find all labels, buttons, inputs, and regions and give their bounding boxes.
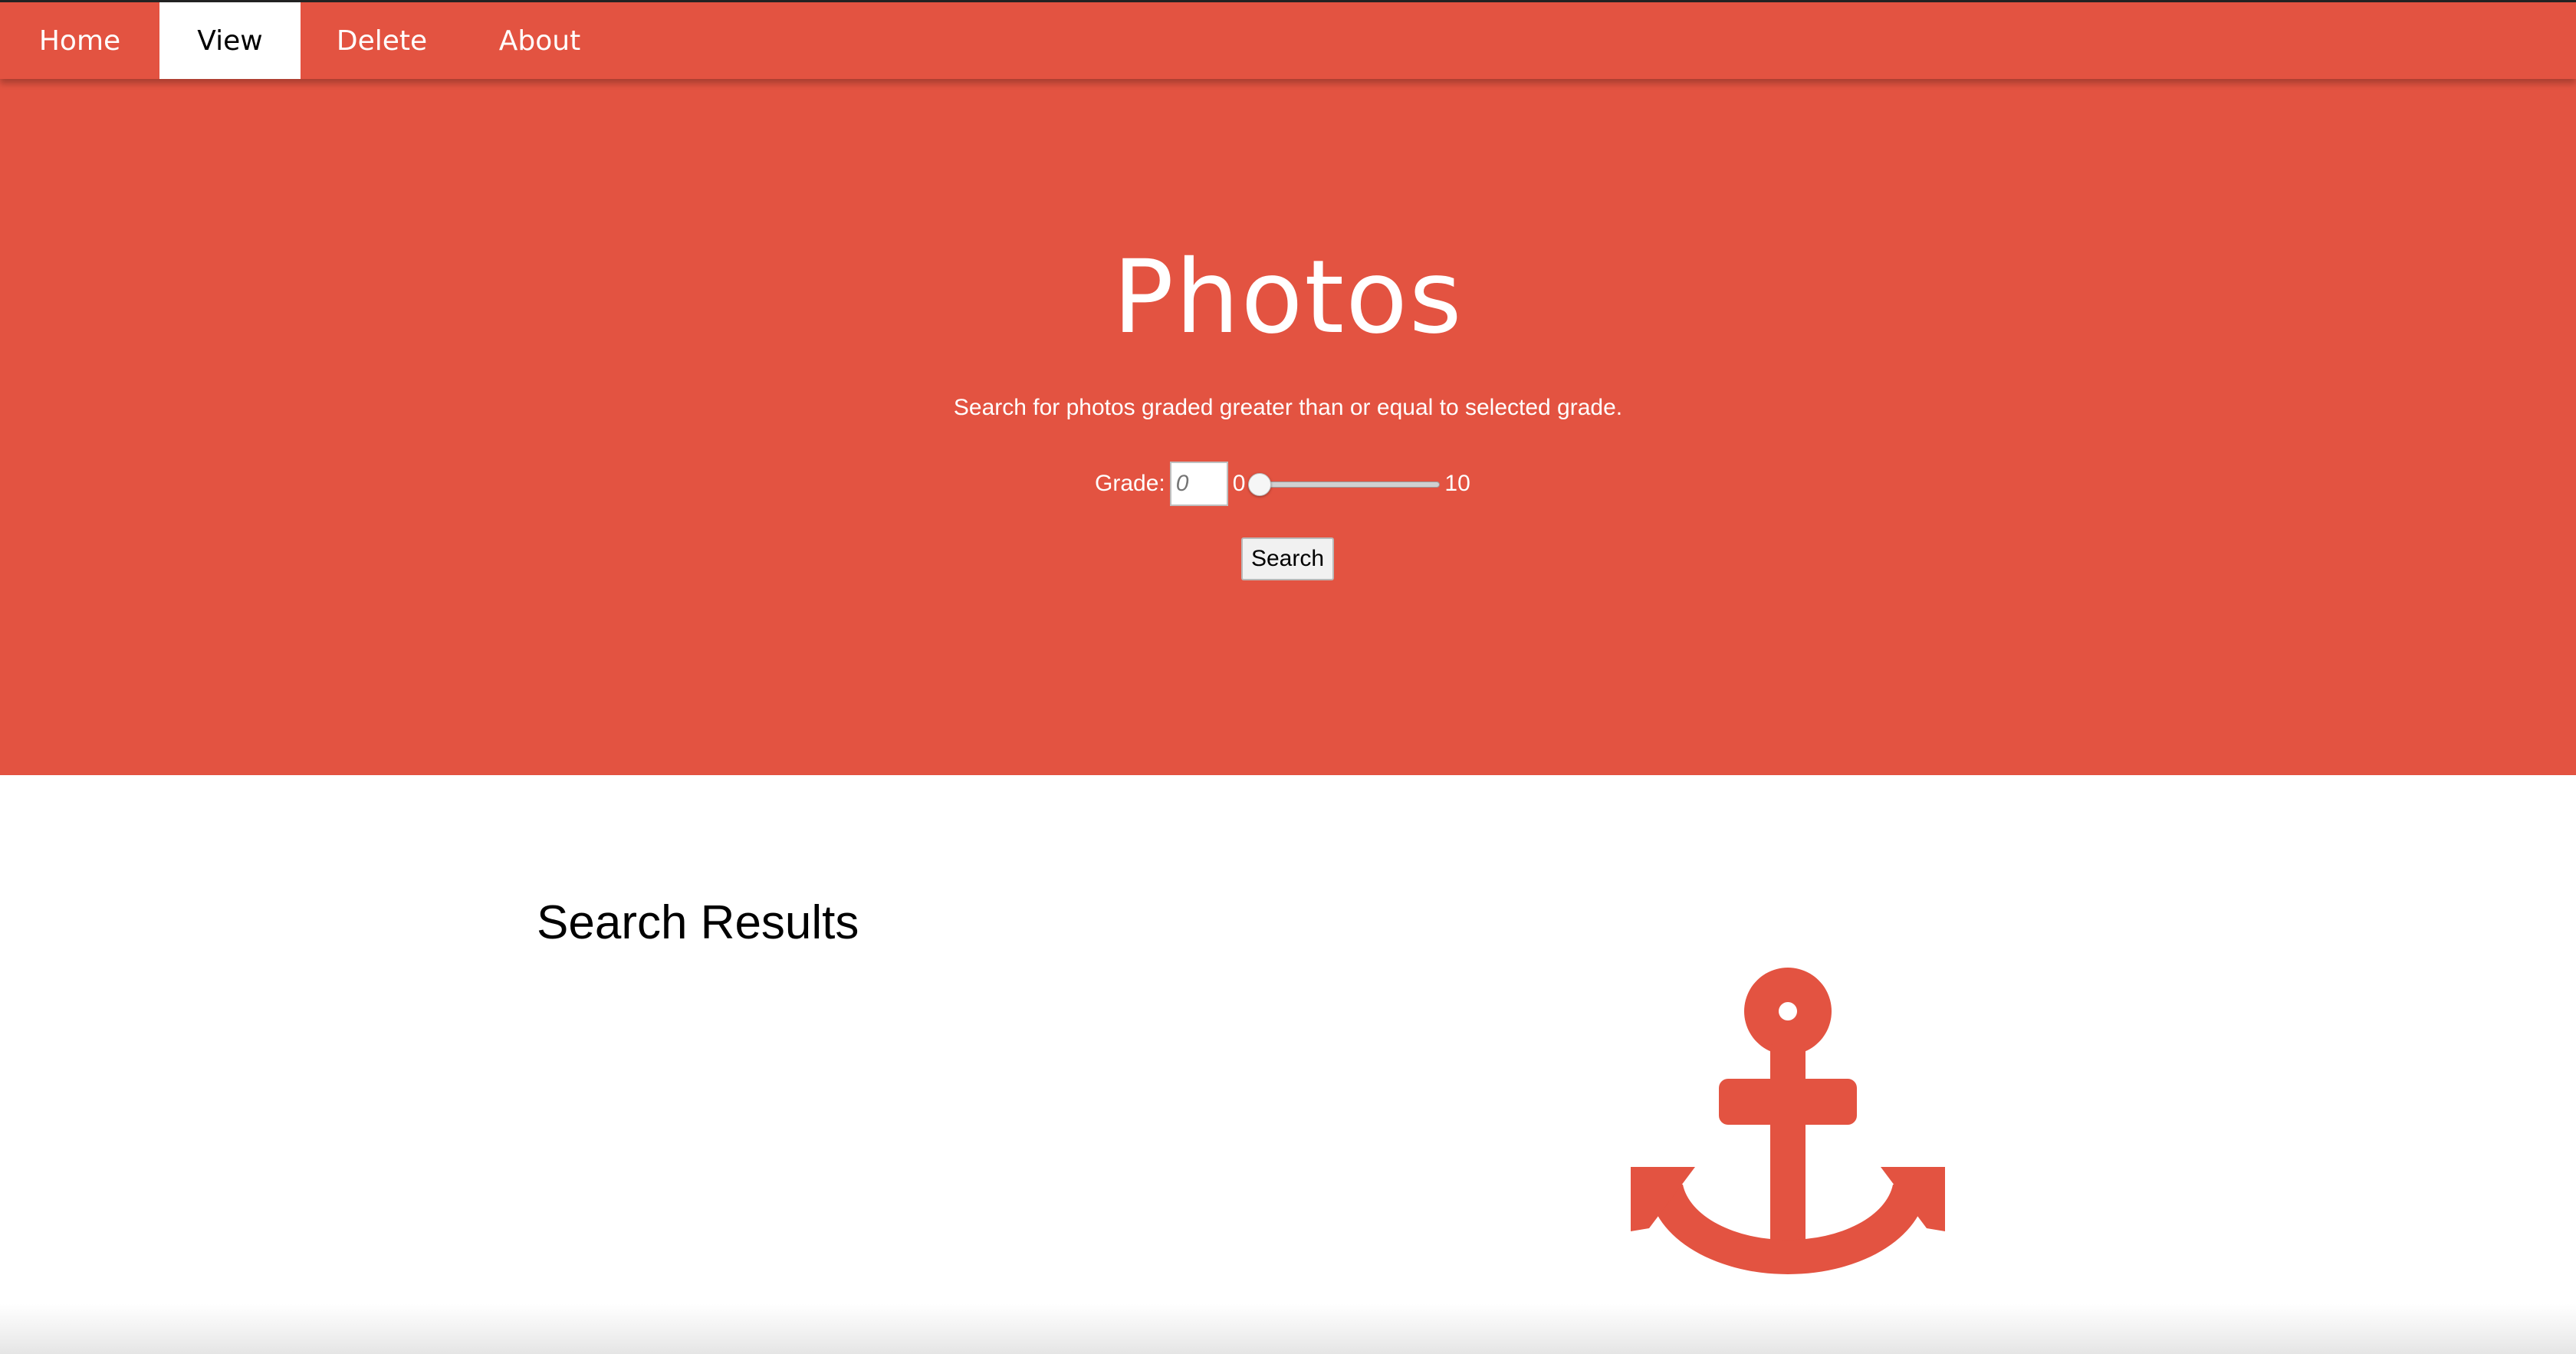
nav-view[interactable]: View xyxy=(159,2,301,79)
nav-about[interactable]: About xyxy=(463,2,616,79)
grade-range-min: 0 xyxy=(1232,471,1246,496)
search-button[interactable]: Search xyxy=(1241,537,1334,580)
grade-controls: Grade: 0 10 xyxy=(1095,459,1470,508)
bottom-shadow xyxy=(0,1303,2576,1354)
grade-label: Grade: xyxy=(1095,471,1165,496)
nav-delete[interactable]: Delete xyxy=(301,2,463,79)
page-title: Photos xyxy=(1112,238,1464,357)
nav-home[interactable]: Home xyxy=(0,2,159,79)
search-description: Search for photos graded greater than or… xyxy=(953,395,1623,420)
grade-slider[interactable] xyxy=(1248,468,1441,499)
grade-slider-thumb[interactable] xyxy=(1248,473,1272,496)
search-results-heading: Search Results xyxy=(537,896,859,949)
anchor-icon xyxy=(1631,968,1945,1274)
grade-input[interactable] xyxy=(1169,462,1228,506)
hero-section: Photos Search for photos graded greater … xyxy=(0,79,2576,775)
grade-range-max: 10 xyxy=(1444,471,1470,496)
grade-slider-track[interactable] xyxy=(1248,481,1441,488)
top-navbar: Home View Delete About xyxy=(0,0,2576,79)
